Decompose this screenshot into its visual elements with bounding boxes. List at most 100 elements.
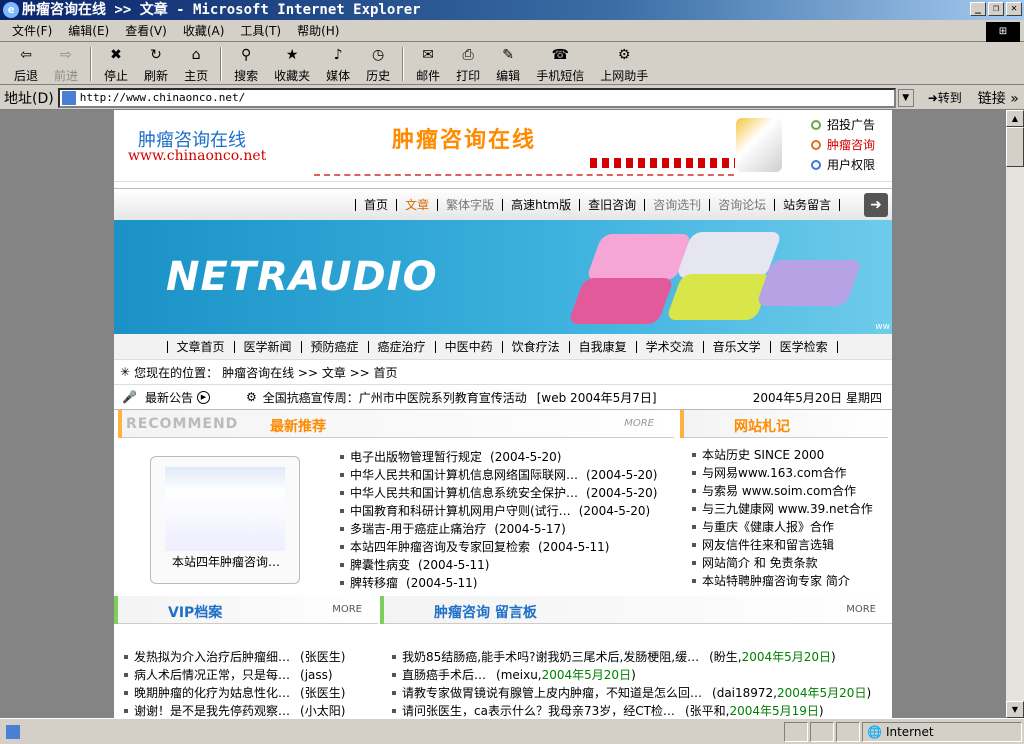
- recommend-more-link[interactable]: MORE: [624, 418, 654, 429]
- toolbar-button-back-arrow[interactable]: ⇦ 后退: [6, 44, 46, 84]
- item-author: (张医生): [300, 650, 346, 664]
- toolbar-button-history[interactable]: ◷ 历史: [358, 44, 398, 84]
- article-nav-item[interactable]: 癌症治疗: [367, 340, 435, 353]
- vip-more-link[interactable]: MORE: [332, 604, 362, 615]
- header-link-ads[interactable]: 招投广告: [811, 116, 875, 133]
- nav-item[interactable]: 咨询选刊: [644, 198, 709, 211]
- toolbar-button-media[interactable]: ♪ 媒体: [318, 44, 358, 84]
- nav-item[interactable]: 高速htm版: [502, 198, 579, 211]
- minimize-button[interactable]: _: [970, 2, 986, 16]
- menu-help[interactable]: 帮助(H): [289, 22, 347, 39]
- nav-item[interactable]: 文章: [396, 198, 437, 211]
- close-button[interactable]: ✕: [1006, 2, 1022, 16]
- toolbar-button-forward-arrow[interactable]: ⇨ 前进: [46, 44, 86, 84]
- recommend-item[interactable]: 脾囊性病变 (2004-5-11): [340, 556, 670, 574]
- recommend-item[interactable]: 中国教育和科研计算机网用户守则(试行… (2004-5-20): [340, 502, 670, 520]
- recommend-thumbnail[interactable]: 本站四年肿瘤咨询…: [150, 456, 300, 584]
- restore-button[interactable]: ❐: [988, 2, 1004, 16]
- note-item[interactable]: 本站历史 SINCE 2000: [692, 446, 888, 464]
- toolbar-button-stop[interactable]: ✖ 停止: [96, 44, 136, 84]
- board-more-link[interactable]: MORE: [846, 604, 876, 615]
- article-nav-item[interactable]: 音乐文学: [702, 340, 770, 353]
- circle-bullet-icon: [811, 159, 821, 170]
- article-nav-item[interactable]: 文章首页: [166, 340, 234, 353]
- play-icon[interactable]: ▶: [196, 390, 210, 404]
- scroll-up-icon[interactable]: ▲: [1006, 110, 1024, 127]
- board-item[interactable]: 我奶85结肠癌,能手术吗?谢我奶三尾术后,发肠梗阻,缓… (盼生,2004年5月2…: [392, 648, 882, 666]
- address-label: 地址(D): [4, 90, 54, 107]
- recommend-item[interactable]: 多瑞吉-用于癌症止痛治疗 (2004-5-17): [340, 520, 670, 538]
- article-nav-item[interactable]: 自我康复: [568, 340, 636, 353]
- article-nav-item[interactable]: 中医中药: [434, 340, 502, 353]
- toolbar-button-favorites[interactable]: ★ 收藏夹: [266, 44, 318, 84]
- recommend-item[interactable]: 电子出版物管理暂行规定 (2004-5-20): [340, 448, 670, 466]
- thumbnail-caption: 本站四年肿瘤咨询…: [171, 555, 280, 569]
- toolbar-button-refresh[interactable]: ↻ 刷新: [136, 44, 176, 84]
- toolbar-label: 刷新: [144, 69, 169, 83]
- breadcrumb-path[interactable]: 肿瘤咨询在线 >> 文章 >> 首页: [222, 364, 397, 381]
- nav-item[interactable]: 繁体字版: [437, 198, 502, 211]
- toolbar-button-search[interactable]: ⚲ 搜索: [226, 44, 266, 84]
- toolbar-button-home[interactable]: ⌂ 主页: [176, 44, 216, 84]
- article-nav-item[interactable]: 医学新闻: [233, 340, 301, 353]
- menu-view[interactable]: 查看(V): [117, 22, 175, 39]
- toolbar-button-phone-sms[interactable]: ☎ 手机短信: [528, 44, 592, 84]
- note-item[interactable]: 本站特聘肿瘤咨询专家 简介: [692, 572, 888, 590]
- nav-arrow-icon[interactable]: ➜: [864, 193, 888, 217]
- list-bullet-icon: [340, 527, 344, 531]
- note-item[interactable]: 与索易 www.soim.com合作: [692, 482, 888, 500]
- nav-item[interactable]: 首页: [355, 198, 396, 211]
- menu-tools[interactable]: 工具(T): [232, 22, 289, 39]
- toolbar-label: 邮件: [416, 69, 441, 83]
- header-link-label: 肿瘤咨询: [827, 138, 876, 152]
- note-item[interactable]: 与重庆《健康人报》合作: [692, 518, 888, 536]
- board-item[interactable]: 请问张医生，ca表示什么？我母亲73岁，经CT检… (张平和,2004年5月19日…: [392, 702, 882, 718]
- header-link-consult[interactable]: 肿瘤咨询: [811, 136, 875, 153]
- note-item[interactable]: 与网易www.163.com合作: [692, 464, 888, 482]
- item-title: 请教专家做胃镜说有腺管上皮内肿瘤，不知道是怎么回…: [402, 686, 703, 700]
- recommend-item[interactable]: 本站四年肿瘤咨询及专家回复检索 (2004-5-11): [340, 538, 670, 556]
- note-item[interactable]: 与三九健康网 www.39.net合作: [692, 500, 888, 518]
- article-nav-item[interactable]: 医学检索: [769, 340, 837, 353]
- toolbar-button-edit[interactable]: ✎ 编辑: [488, 44, 528, 84]
- header-link-permissions[interactable]: 用户权限: [811, 156, 875, 173]
- menu-file[interactable]: 文件(F): [4, 22, 60, 39]
- note-item[interactable]: 网站简介 和 免责条款: [692, 554, 888, 572]
- vip-item[interactable]: 晚期肿瘤的化疗为姑息性化… (张医生): [124, 684, 374, 702]
- scroll-thumb[interactable]: [1006, 127, 1024, 167]
- zone-label: Internet: [885, 724, 934, 739]
- circle-bullet-icon: [811, 119, 821, 130]
- toolbar-button-assistant[interactable]: ⚙ 上网助手: [592, 44, 656, 84]
- item-title: 中华人民共和国计算机信息网络国际联网…: [350, 468, 579, 482]
- toolbar-button-mail[interactable]: ✉ 邮件: [408, 44, 448, 84]
- board-item[interactable]: 请教专家做胃镜说有腺管上皮内肿瘤，不知道是怎么回… (dai18972,2004年…: [392, 684, 882, 702]
- recommend-item[interactable]: 脾转移瘤 (2004-5-11): [340, 574, 670, 592]
- board-item[interactable]: 直肠癌手术后… (meixu,2004年5月20日): [392, 666, 882, 684]
- nav-item[interactable]: 站务留言: [774, 198, 839, 211]
- menu-edit[interactable]: 编辑(E): [60, 22, 117, 39]
- vip-item[interactable]: 病人术后情况正常，只是每… (jass): [124, 666, 374, 684]
- scroll-down-icon[interactable]: ▼: [1006, 701, 1024, 718]
- page-icon: [61, 90, 76, 105]
- address-dropdown-icon[interactable]: ▼: [897, 88, 914, 107]
- go-button[interactable]: ➜转到: [928, 89, 962, 106]
- print-icon: ⎙: [462, 47, 474, 63]
- calendar-pen-icon: [736, 118, 782, 172]
- announce-text[interactable]: 全国抗癌宣传周：广州市中医院系列教育宣传活动: [263, 389, 527, 406]
- vip-item[interactable]: 发热拟为介入治疗后肿瘤细… (张医生): [124, 648, 374, 666]
- vip-item[interactable]: 谢谢！是不是我先停药观察… (小太阳): [124, 702, 374, 718]
- links-button[interactable]: 链接 »: [978, 88, 1019, 108]
- nav-item[interactable]: 查旧咨询: [579, 198, 644, 211]
- recommend-item[interactable]: 中华人民共和国计算机信息网络国际联网… (2004-5-20): [340, 466, 670, 484]
- address-input[interactable]: http://www.chinaonco.net/: [57, 87, 896, 108]
- menu-favorites[interactable]: 收藏(A): [175, 22, 233, 39]
- article-nav-item[interactable]: 学术交流: [635, 340, 703, 353]
- vertical-scrollbar[interactable]: ▲ ▼: [1006, 110, 1024, 718]
- toolbar-button-print[interactable]: ⎙ 打印: [448, 44, 488, 84]
- site-logo-url[interactable]: www.chinaonco.net: [128, 148, 266, 164]
- article-nav-item[interactable]: 饮食疗法: [501, 340, 569, 353]
- nav-item[interactable]: 咨询论坛: [709, 198, 774, 211]
- note-item[interactable]: 网友信件往来和留言选辑: [692, 536, 888, 554]
- recommend-item[interactable]: 中华人民共和国计算机信息系统安全保护… (2004-5-20): [340, 484, 670, 502]
- article-nav-item[interactable]: 预防癌症: [300, 340, 368, 353]
